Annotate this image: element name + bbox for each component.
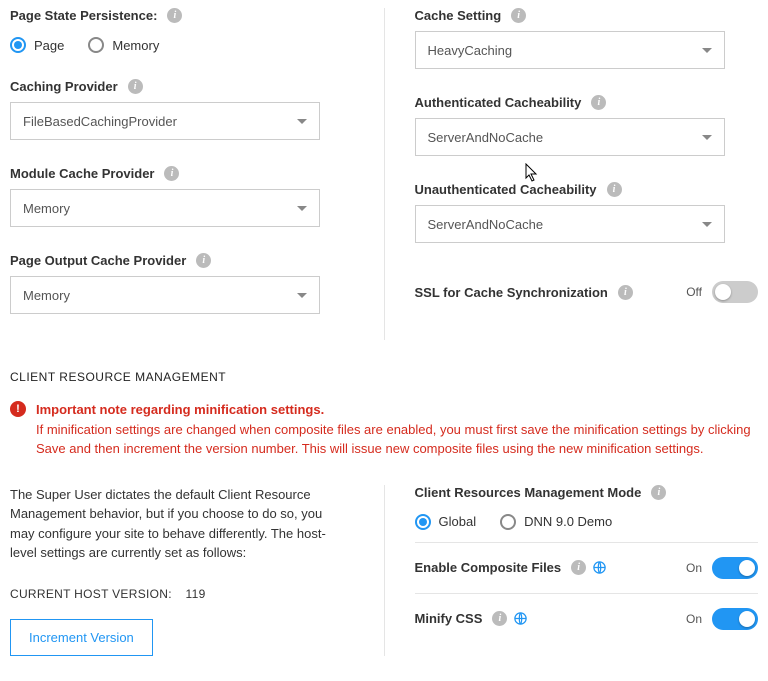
toggle-knob-icon [715,284,731,300]
radio-label: Memory [112,38,159,53]
module-cache-provider-field: Module Cache Provider i Memory [10,166,354,227]
toggle-knob-icon [739,560,755,576]
info-icon[interactable]: i [511,8,526,23]
label-text: Page Output Cache Provider [10,253,186,268]
crm-section-title: CLIENT RESOURCE MANAGEMENT [10,370,758,384]
authenticated-cacheability-select[interactable]: ServerAndNoCache [415,118,725,156]
globe-icon[interactable] [513,611,528,626]
module-cache-provider-label: Module Cache Provider i [10,166,179,181]
radio-dot-icon [88,37,104,53]
chevron-down-icon [702,135,712,140]
crm-mode-field: Client Resources Management Mode i Globa… [415,485,759,530]
minify-css-label: Minify CSS i [415,611,681,626]
select-value: Memory [23,201,70,216]
unauthenticated-cacheability-select[interactable]: ServerAndNoCache [415,205,725,243]
minification-alert: ! Important note regarding minification … [10,400,758,459]
select-value: ServerAndNoCache [428,130,544,145]
module-cache-provider-select[interactable]: Memory [10,189,320,227]
crm-description: The Super User dictates the default Clie… [10,485,350,563]
page-output-cache-provider-label: Page Output Cache Provider i [10,253,211,268]
select-value: Memory [23,288,70,303]
alert-text: If minification settings are changed whe… [36,420,758,459]
radio-label: Page [34,38,64,53]
authenticated-cacheability-field: Authenticated Cacheability i ServerAndNo… [415,95,759,156]
radio-memory[interactable]: Memory [88,37,159,53]
page-state-persistence-field: Page State Persistence: i Page Memory [10,8,354,53]
current-host-version: CURRENT HOST VERSION: 119 [10,587,354,601]
alert-title: Important note regarding minification se… [36,400,758,420]
select-value: FileBasedCachingProvider [23,114,177,129]
host-version-label: CURRENT HOST VERSION: [10,587,172,601]
cache-setting-field: Cache Setting i HeavyCaching [415,8,759,69]
alert-icon: ! [10,401,26,417]
info-icon[interactable]: i [196,253,211,268]
ssl-cache-sync-toggle[interactable] [712,281,758,303]
chevron-down-icon [297,293,307,298]
enable-composite-label: Enable Composite Files i [415,560,681,575]
info-icon[interactable]: i [167,8,182,23]
info-icon[interactable]: i [492,611,507,626]
toggle-knob-icon [739,611,755,627]
globe-icon[interactable] [592,560,607,575]
radio-page[interactable]: Page [10,37,64,53]
crm-mode-radios: Global DNN 9.0 Demo [415,508,759,530]
cache-setting-label: Cache Setting i [415,8,527,23]
toggle-state-text: On [680,561,702,575]
unauthenticated-cacheability-label: Unauthenticated Cacheability i [415,182,622,197]
enable-composite-row: Enable Composite Files i On [415,542,759,593]
page-state-persistence-radios: Page Memory [10,31,354,53]
increment-version-button[interactable]: Increment Version [10,619,153,656]
radio-dnn-demo[interactable]: DNN 9.0 Demo [500,514,612,530]
label-text: Unauthenticated Cacheability [415,182,597,197]
ssl-cache-sync-label: SSL for Cache Synchronization i [415,285,681,300]
radio-label: Global [439,514,477,529]
chevron-down-icon [702,222,712,227]
minify-css-toggle[interactable] [712,608,758,630]
radio-label: DNN 9.0 Demo [524,514,612,529]
radio-dot-icon [415,514,431,530]
label-text: Client Resources Management Mode [415,485,642,500]
label-text: Module Cache Provider [10,166,154,181]
info-icon[interactable]: i [164,166,179,181]
page-output-cache-provider-select[interactable]: Memory [10,276,320,314]
toggle-state-text: Off [680,285,702,299]
cursor-icon [525,163,539,183]
authenticated-cacheability-label: Authenticated Cacheability i [415,95,607,110]
caching-provider-label: Caching Provider i [10,79,143,94]
minify-css-row: Minify CSS i On [415,593,759,644]
label-text: Enable Composite Files [415,560,562,575]
page-output-cache-provider-field: Page Output Cache Provider i Memory [10,253,354,314]
crm-mode-label: Client Resources Management Mode i [415,485,667,500]
radio-dot-icon [10,37,26,53]
unauthenticated-cacheability-field: Unauthenticated Cacheability i ServerAnd… [415,182,759,243]
caching-provider-select[interactable]: FileBasedCachingProvider [10,102,320,140]
host-version-value: 119 [186,587,206,601]
info-icon[interactable]: i [651,485,666,500]
page-state-persistence-label: Page State Persistence: i [10,8,182,23]
cache-setting-select[interactable]: HeavyCaching [415,31,725,69]
chevron-down-icon [702,48,712,53]
label-text: SSL for Cache Synchronization [415,285,608,300]
enable-composite-toggle[interactable] [712,557,758,579]
ssl-cache-sync-field: SSL for Cache Synchronization i Off [415,277,759,303]
info-icon[interactable]: i [128,79,143,94]
caching-provider-field: Caching Provider i FileBasedCachingProvi… [10,79,354,140]
select-value: ServerAndNoCache [428,217,544,232]
label-text: Caching Provider [10,79,118,94]
label-text: Page State Persistence: [10,8,157,23]
info-icon[interactable]: i [571,560,586,575]
radio-dot-icon [500,514,516,530]
toggle-state-text: On [680,612,702,626]
select-value: HeavyCaching [428,43,513,58]
info-icon[interactable]: i [591,95,606,110]
radio-global[interactable]: Global [415,514,477,530]
info-icon[interactable]: i [618,285,633,300]
chevron-down-icon [297,206,307,211]
label-text: Authenticated Cacheability [415,95,582,110]
chevron-down-icon [297,119,307,124]
label-text: Minify CSS [415,611,483,626]
label-text: Cache Setting [415,8,502,23]
alert-body: Important note regarding minification se… [36,400,758,459]
info-icon[interactable]: i [607,182,622,197]
